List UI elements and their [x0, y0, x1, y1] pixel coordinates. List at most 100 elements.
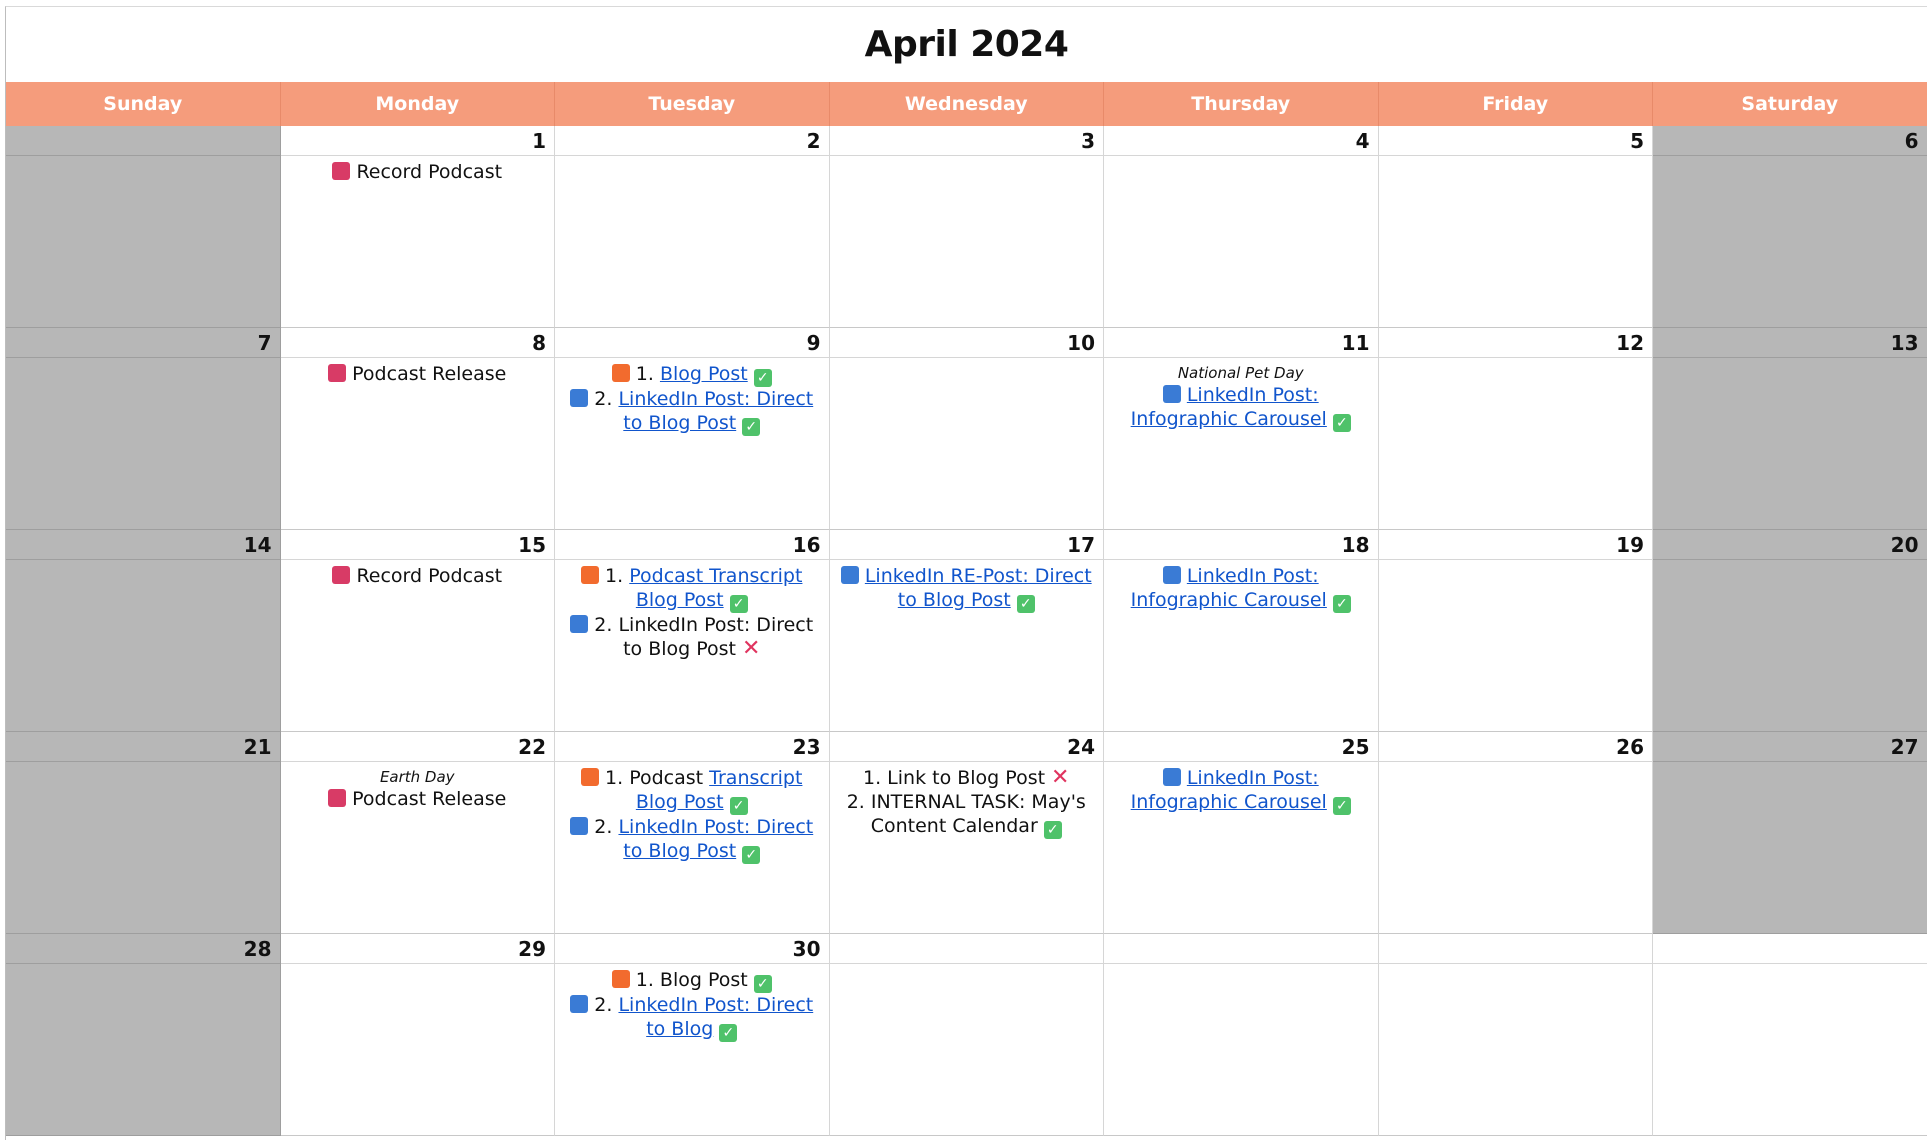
linkedin-post-link[interactable]: LinkedIn Post: — [1187, 384, 1319, 406]
day-cell-apr-1[interactable]: 1 Record Podcast — [280, 126, 555, 328]
linkedin-post-link-cont[interactable]: Infographic Carousel — [1131, 408, 1327, 430]
day-cell-apr-30[interactable]: 30 1. Blog Post ✓ 2. LinkedIn Post: Direc… — [555, 934, 830, 1136]
day-number: 8 — [280, 328, 554, 358]
event-record-podcast[interactable]: Record Podcast — [291, 564, 545, 588]
blog-post-link[interactable]: Blog Post — [636, 589, 724, 611]
day-cell-apr-26[interactable]: 26 — [1378, 732, 1653, 934]
event-record-podcast[interactable]: Record Podcast — [291, 160, 545, 184]
day-cell-apr-9[interactable]: 9 1. Blog Post ✓ 2. LinkedIn Post: Direct… — [555, 328, 830, 530]
podcast-tag-icon — [332, 162, 351, 180]
event-linkedin-post: LinkedIn Post: — [1114, 383, 1368, 407]
linkedin-post-link[interactable]: LinkedIn Post: Direct — [618, 388, 813, 410]
checkmark-icon: ✓ — [1332, 797, 1351, 815]
day-cell-apr-13[interactable]: 13 — [1653, 328, 1927, 530]
day-events: LinkedIn RE-Post: Direct to Blog Post ✓ — [830, 560, 1104, 613]
day-number: 16 — [555, 530, 829, 560]
linkedin-post-link-cont[interactable]: to Blog Post — [623, 840, 736, 862]
day-cell-apr-14[interactable]: 14 — [6, 530, 281, 732]
linkedin-repost-link-cont[interactable]: to Blog Post — [898, 589, 1011, 611]
day-cell-apr-29[interactable]: 29 — [280, 934, 555, 1136]
day-number — [829, 934, 1103, 964]
day-number: 17 — [829, 530, 1103, 560]
day-cell-apr-17[interactable]: 17 LinkedIn RE-Post: Direct to Blog Post… — [829, 530, 1104, 732]
day-events: 1. Blog Post ✓ 2. LinkedIn Post: Direct t… — [555, 358, 829, 436]
day-cell-apr-15[interactable]: 15 Record Podcast — [280, 530, 555, 732]
weekday-thursday: Thursday — [1104, 82, 1379, 126]
day-cell-apr-6[interactable]: 6 — [1653, 126, 1927, 328]
linkedin-post-link[interactable]: LinkedIn Post: — [1187, 565, 1319, 587]
day-cell-empty[interactable] — [1653, 934, 1927, 1136]
linkedin-post-link-cont[interactable]: to Blog — [646, 1018, 713, 1040]
linkedin-post-link-cont[interactable]: Infographic Carousel — [1131, 589, 1327, 611]
event-podcast-release[interactable]: Podcast Release — [291, 362, 545, 386]
day-cell-apr-8[interactable]: 8 Podcast Release — [280, 328, 555, 530]
event-podcast-transcript: 1. Podcast Transcript — [565, 564, 819, 588]
day-number: 15 — [280, 530, 554, 560]
weekday-wednesday: Wednesday — [830, 82, 1104, 126]
day-cell-empty[interactable] — [6, 126, 281, 328]
day-cell-apr-28[interactable]: 28 — [6, 934, 281, 1136]
day-number: 27 — [1653, 732, 1927, 762]
day-cell-apr-18[interactable]: 18 LinkedIn Post: Infographic Carousel ✓ — [1104, 530, 1379, 732]
day-cell-apr-22[interactable]: 22 Earth Day Podcast Release — [280, 732, 555, 934]
event-label: 1. Podcast — [605, 767, 704, 789]
day-cell-apr-27[interactable]: 27 — [1653, 732, 1927, 934]
event-linkedin-post: 2. LinkedIn Post: Direct — [565, 387, 819, 411]
day-cell-empty[interactable] — [829, 934, 1104, 1136]
weekday-header-row: Sunday Monday Tuesday Wednesday Thursday… — [6, 82, 1927, 126]
event-internal-task: 2. INTERNAL TASK: May's — [840, 790, 1094, 814]
event-label: 2. LinkedIn Post: Direct — [594, 614, 814, 636]
day-number — [1104, 934, 1378, 964]
day-cell-apr-5[interactable]: 5 — [1378, 126, 1653, 328]
blog-post-link[interactable]: Blog Post — [636, 791, 724, 813]
checkmark-icon: ✓ — [742, 418, 761, 436]
day-cell-apr-4[interactable]: 4 — [1104, 126, 1379, 328]
day-number — [6, 126, 280, 156]
day-cell-apr-20[interactable]: 20 — [1653, 530, 1927, 732]
blog-post-link[interactable]: Blog Post — [660, 363, 748, 385]
checkmark-icon: ✓ — [742, 846, 761, 864]
event-linkedin-post: LinkedIn Post: — [1114, 766, 1368, 790]
day-cell-apr-3[interactable]: 3 — [829, 126, 1104, 328]
day-number: 12 — [1378, 328, 1652, 358]
day-cell-empty[interactable] — [1104, 934, 1379, 1136]
day-cell-apr-11[interactable]: 11 National Pet Day LinkedIn Post: Infog… — [1104, 328, 1379, 530]
day-number: 9 — [555, 328, 829, 358]
event-label: 1. Link to Blog Post — [863, 767, 1046, 789]
linkedin-post-link[interactable]: LinkedIn Post: — [1187, 767, 1319, 789]
day-cell-apr-12[interactable]: 12 — [1378, 328, 1653, 530]
day-cell-apr-10[interactable]: 10 — [829, 328, 1104, 530]
day-events: 1. Podcast Transcript Blog Post ✓ 2. Link… — [555, 560, 829, 661]
linkedin-tag-icon — [570, 995, 589, 1013]
day-cell-empty[interactable] — [1378, 934, 1653, 1136]
day-cell-apr-25[interactable]: 25 LinkedIn Post: Infographic Carousel ✓ — [1104, 732, 1379, 934]
day-cell-apr-21[interactable]: 21 — [6, 732, 281, 934]
day-number: 22 — [280, 732, 554, 762]
linkedin-post-link[interactable]: LinkedIn Post: Direct — [618, 816, 813, 838]
item-number: 2. — [594, 994, 613, 1016]
cross-mark-icon: ✕ — [1051, 765, 1070, 790]
podcast-tag-icon — [328, 364, 347, 382]
day-cell-apr-2[interactable]: 2 — [555, 126, 830, 328]
weekday-sunday: Sunday — [6, 82, 281, 126]
linkedin-post-link[interactable]: LinkedIn Post: Direct — [618, 994, 813, 1016]
day-cell-apr-19[interactable]: 19 — [1378, 530, 1653, 732]
holiday-note: Earth Day — [379, 768, 455, 786]
weekday-tuesday: Tuesday — [555, 82, 830, 126]
checkmark-icon: ✓ — [1016, 595, 1035, 613]
event-podcast-release[interactable]: Podcast Release — [291, 787, 545, 811]
day-cell-apr-23[interactable]: 23 1. Podcast Transcript Blog Post ✓ 2. L… — [555, 732, 830, 934]
day-cell-apr-24[interactable]: 24 1. Link to Blog Post ✕ 2. INTERNAL TAS… — [829, 732, 1104, 934]
transcript-link[interactable]: Transcript — [709, 767, 802, 789]
day-number: 3 — [829, 126, 1103, 156]
event-linkedin-post-cont: Infographic Carousel ✓ — [1114, 588, 1368, 613]
day-number: 13 — [1653, 328, 1927, 358]
linkedin-repost-link[interactable]: LinkedIn RE-Post: Direct — [865, 565, 1092, 587]
linkedin-post-link-cont[interactable]: Infographic Carousel — [1131, 791, 1327, 813]
day-cell-apr-16[interactable]: 16 1. Podcast Transcript Blog Post ✓ 2. L… — [555, 530, 830, 732]
day-cell-apr-7[interactable]: 7 — [6, 328, 281, 530]
podcast-transcript-link[interactable]: Podcast Transcript — [629, 565, 802, 587]
event-label: Record Podcast — [356, 161, 503, 183]
linkedin-post-link-cont[interactable]: to Blog Post — [623, 412, 736, 434]
blog-tag-icon — [581, 566, 600, 584]
